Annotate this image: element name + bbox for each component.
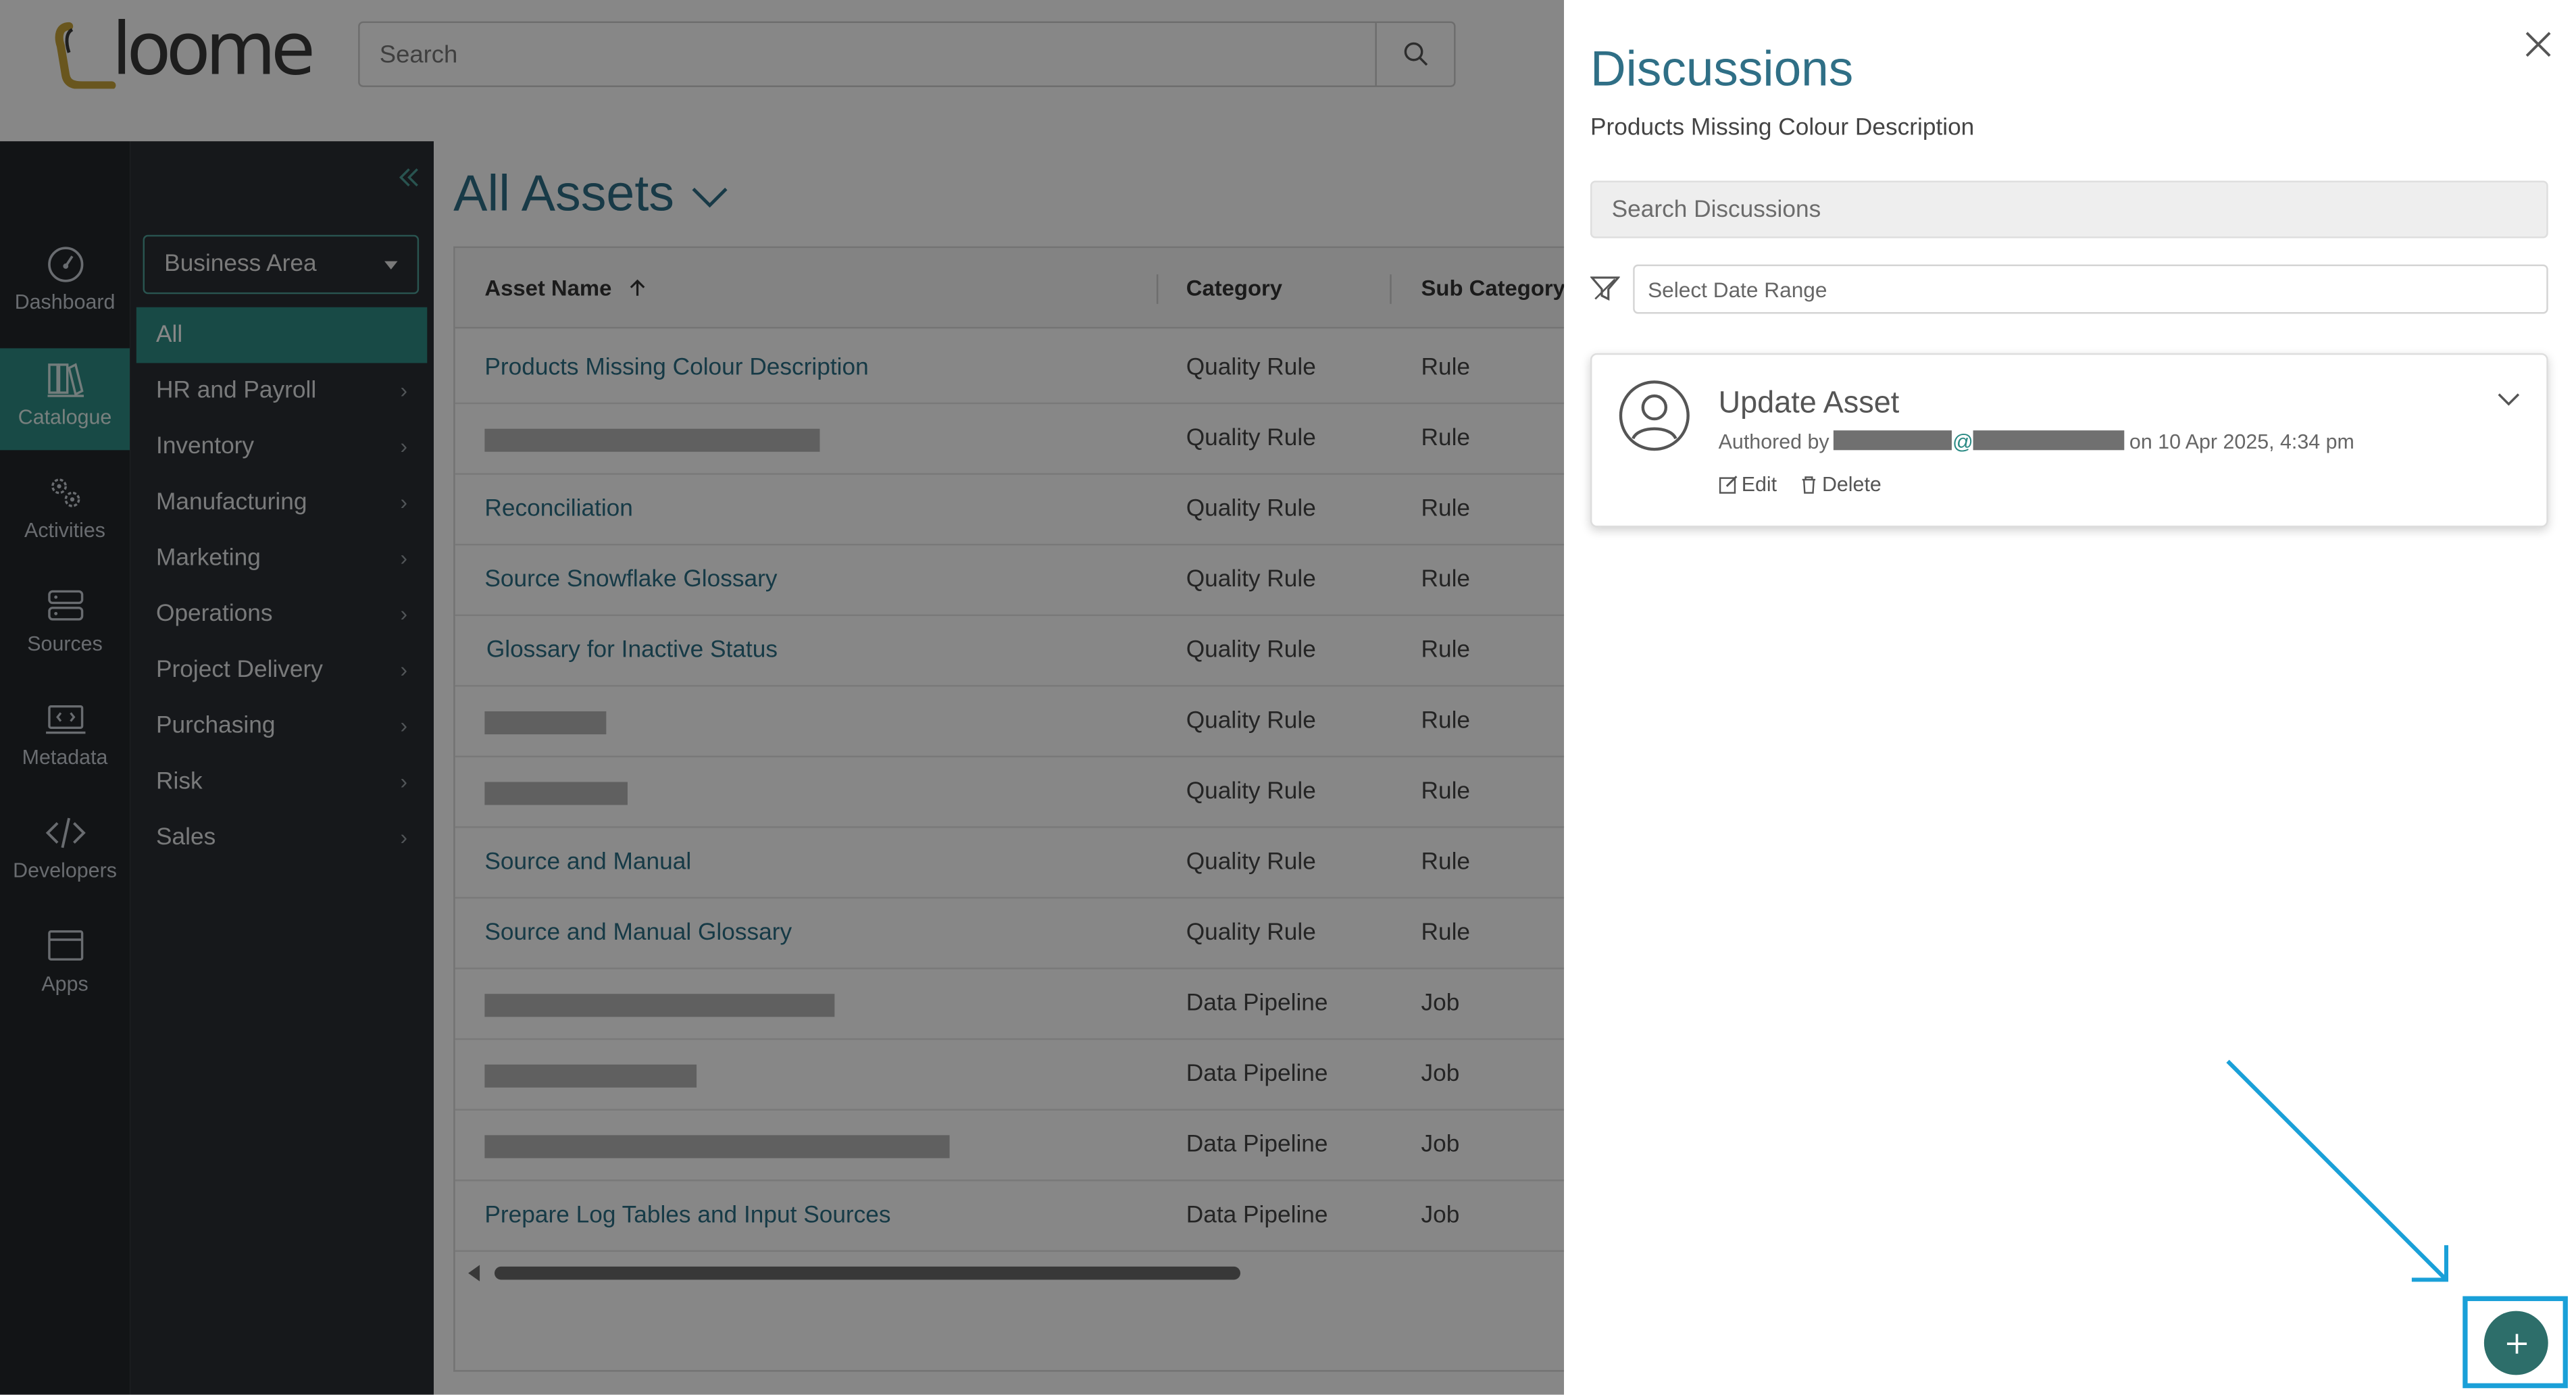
discussion-meta: Authored by @ on 10 Apr 2025, 4:34 pm	[1719, 430, 2354, 453]
panel-title: Discussions	[1590, 43, 1854, 97]
edit-icon	[1719, 476, 1738, 494]
delete-label: Delete	[1821, 473, 1882, 497]
delete-button[interactable]: Delete	[1799, 473, 1882, 496]
chevron-down-icon[interactable]	[2497, 391, 2520, 407]
search-discussions-input[interactable]	[1590, 180, 2548, 238]
author-at-sign: @	[1952, 430, 1973, 454]
edit-button[interactable]: Edit	[1719, 473, 1777, 496]
discussion-card[interactable]: Update Asset Authored by @ on 10 Apr 2025,…	[1590, 353, 2548, 528]
redacted-author-name	[1834, 430, 1953, 451]
discussion-date: on 10 Apr 2025, 4:34 pm	[2129, 430, 2354, 454]
discussion-actions: Edit Delete	[1719, 473, 1898, 499]
trash-icon	[1802, 476, 1816, 494]
user-avatar-icon	[1619, 380, 1690, 451]
discussion-title: Update Asset	[1718, 384, 1900, 420]
edit-label: Edit	[1741, 473, 1777, 497]
plus-icon	[2506, 1333, 2526, 1353]
panel-subtitle: Products Missing Colour Description	[1590, 115, 1975, 142]
redacted-author-domain	[1973, 430, 2125, 451]
annotation-arrow-icon	[2226, 1059, 2448, 1282]
authored-by-label: Authored by	[1718, 430, 1829, 454]
app-root: loome Dashboard Catalogue Activities	[0, 0, 2576, 1395]
date-range-input[interactable]	[1633, 264, 2548, 314]
modal-backdrop[interactable]	[0, 0, 1565, 1395]
add-discussion-button[interactable]	[2483, 1311, 2548, 1375]
filter-icon	[1590, 276, 1620, 301]
close-icon[interactable]	[2520, 26, 2556, 62]
